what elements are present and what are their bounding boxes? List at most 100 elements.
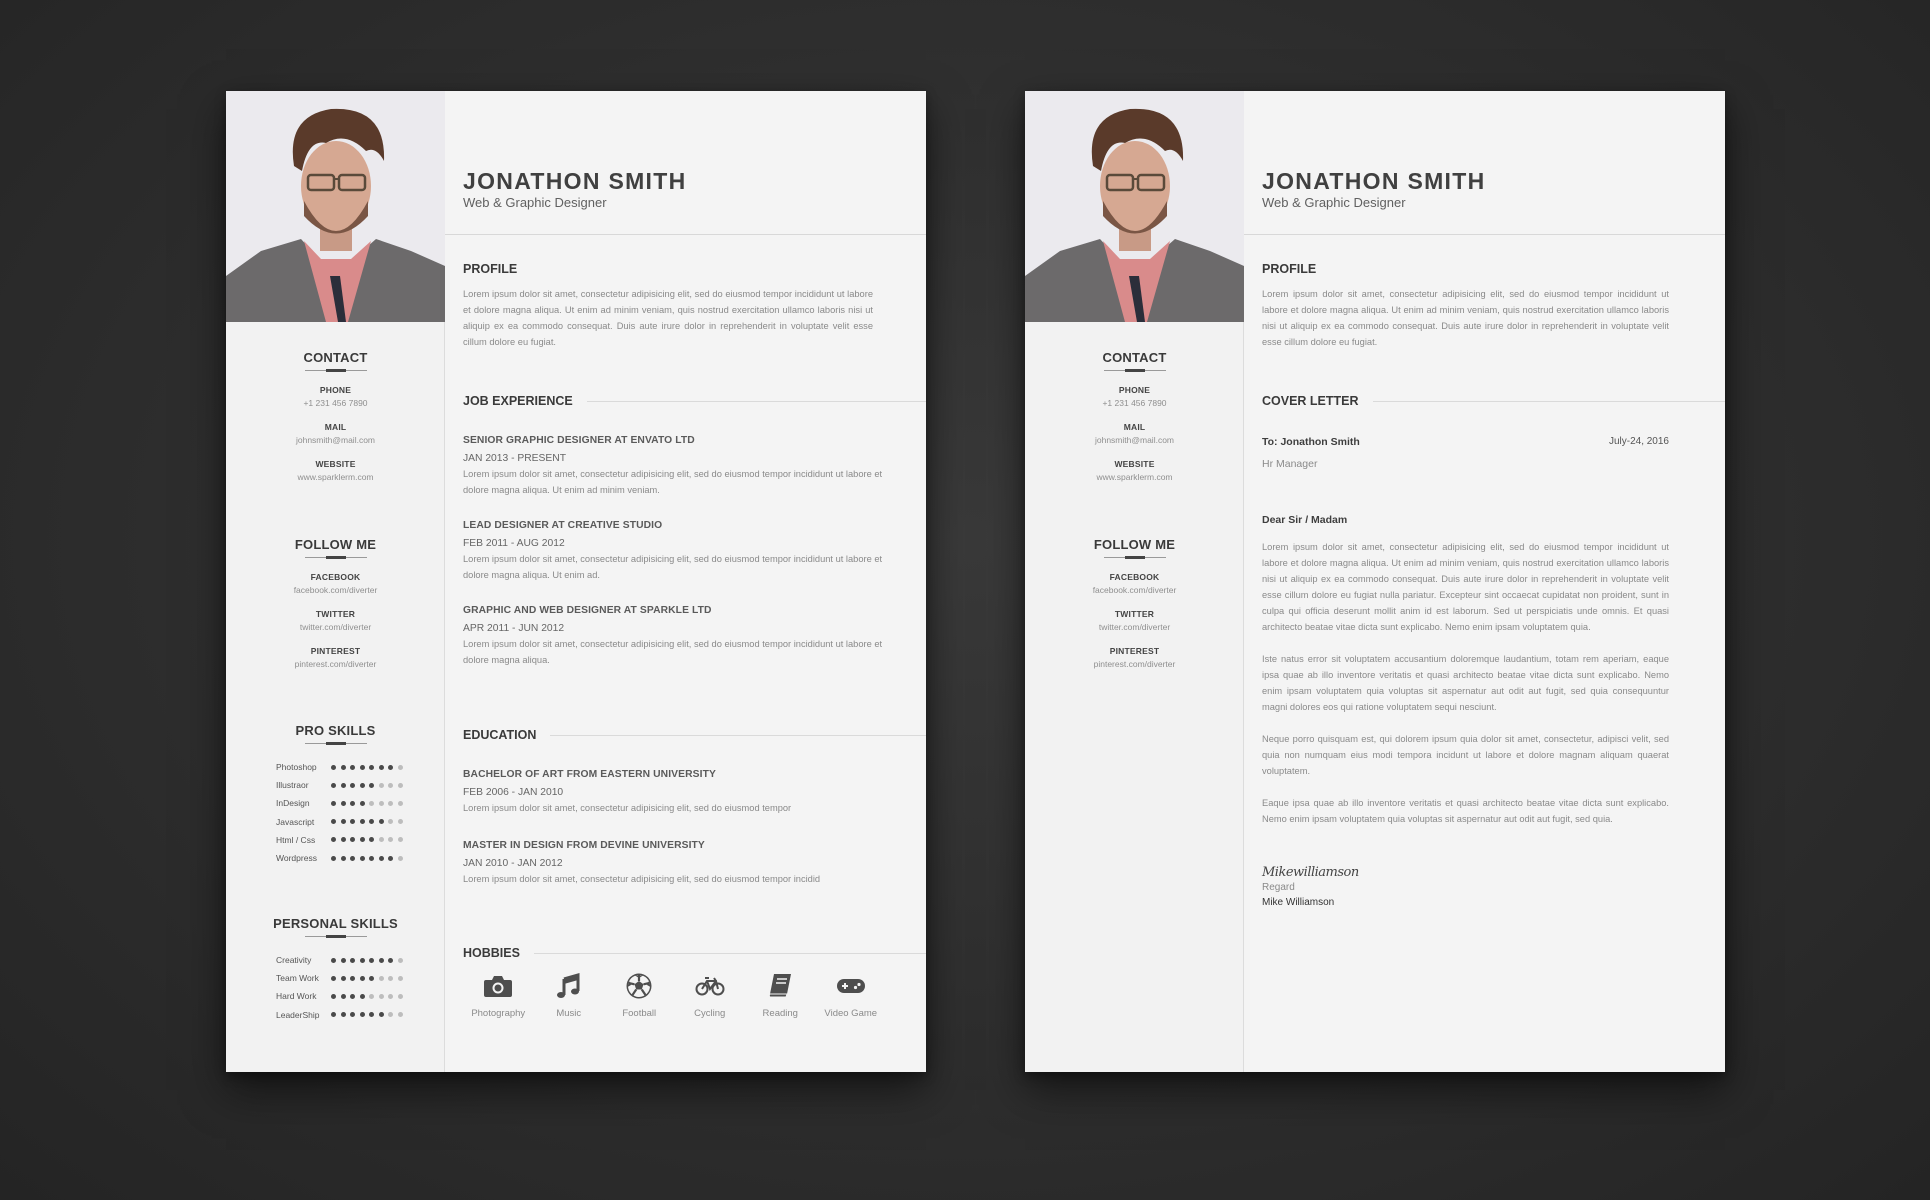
follow-section: FOLLOW ME FACEBOOK facebook.com/diverter… <box>226 537 445 669</box>
cover-main: JONATHON SMITH Web & Graphic Designer PR… <box>1244 91 1725 1072</box>
entry-title: LEAD DESIGNER AT CREATIVE STUDIO <box>463 520 663 531</box>
profile-section: PROFILE Lorem ipsum dolor sit amet, cons… <box>463 262 926 350</box>
rating-dot-filled <box>369 782 374 788</box>
rating-dot-filled <box>359 975 365 981</box>
skill-name: Photoshop <box>276 762 317 773</box>
follow-section: FOLLOW ME FACEBOOK facebook.com/diverter… <box>1025 537 1244 669</box>
pro-skills-list: Photoshop Illustraor InDesign Javascript Htm… <box>226 758 445 867</box>
rating-dot-empty <box>378 782 384 788</box>
rating-dot-filled <box>378 957 384 963</box>
entry-desc: Lorem ipsum dolor sit amet, consectetur … <box>463 874 821 884</box>
website-link[interactable]: www.sparklerm.com <box>226 472 445 482</box>
person-role: Web & Graphic Designer <box>463 195 607 210</box>
skill-name: Creativity <box>276 955 312 966</box>
rating-dot-empty <box>397 764 403 770</box>
gamepad-icon <box>836 979 865 993</box>
rating-dot-empty <box>378 800 384 806</box>
experience-entry: GRAPHIC AND WEB DESIGNER AT SPARKLE LTD … <box>463 605 926 668</box>
info-label: TWITTER <box>1114 609 1155 619</box>
follow-title: FOLLOW ME <box>1093 537 1176 552</box>
contact-section: CONTACT PHONE +1 231 456 7890 MAIL johns… <box>1025 350 1244 482</box>
follow-facebook: FACEBOOK facebook.com/diverter <box>1025 572 1244 595</box>
rating-dot-filled <box>340 837 346 843</box>
skill-row: Illustraor <box>276 776 445 794</box>
profile-text: Lorem ipsum dolor sit amet, consectetur … <box>1262 289 1669 347</box>
title-underline <box>1103 369 1166 372</box>
follow-pinterest: PINTEREST pinterest.com/diverter <box>1025 646 1244 669</box>
phone-value: +1 231 456 7890 <box>1102 398 1167 408</box>
education-title: EDUCATION <box>463 728 926 742</box>
rating-dot-empty <box>369 800 374 806</box>
rating-dot-filled <box>350 993 355 999</box>
skill-name: Wordpress <box>276 853 317 864</box>
rating-dot-empty <box>397 837 403 843</box>
info-label: PINTEREST <box>1109 646 1160 656</box>
skill-name: InDesign <box>276 798 310 809</box>
rating-dot-filled <box>350 800 355 806</box>
info-label: FACEBOOK <box>310 572 361 582</box>
title-underline <box>304 742 367 745</box>
skill-name: Illustraor <box>276 780 309 791</box>
entry-title: GRAPHIC AND WEB DESIGNER AT SPARKLE LTD <box>463 605 712 616</box>
rating-dot-filled <box>331 837 336 843</box>
rating-dot-filled <box>331 782 336 788</box>
section-divider <box>550 734 926 736</box>
email-link[interactable]: johnsmith@mail.com <box>1025 435 1244 445</box>
rating-dot-filled <box>388 957 393 963</box>
rating-dot-empty <box>378 837 384 843</box>
rating-dot-filled <box>331 800 336 806</box>
skill-name: Team Work <box>276 973 319 984</box>
rating-dot-empty <box>397 993 403 999</box>
hobbies-title: HOBBIES <box>463 946 926 960</box>
pinterest-link[interactable]: pinterest.com/diverter <box>226 659 445 669</box>
phone-value: +1 231 456 7890 <box>303 398 368 408</box>
twitter-link[interactable]: twitter.com/diverter <box>226 622 445 632</box>
rating-dot-filled <box>359 855 365 861</box>
rating-dot-filled <box>331 855 336 861</box>
rating-dot-filled <box>350 1012 355 1018</box>
pinterest-link[interactable]: pinterest.com/diverter <box>1025 659 1244 669</box>
rating-dot-filled <box>369 764 374 770</box>
rating-dot-filled <box>331 993 336 999</box>
rating-dot-filled <box>340 1012 346 1018</box>
hobby-label: Football <box>622 1008 657 1019</box>
bicycle-icon <box>695 977 725 996</box>
rating-dot-filled <box>359 800 365 806</box>
letter-recipient: To: Jonathon Smith <box>1262 436 1360 448</box>
rating-dot-empty <box>388 800 393 806</box>
rating-dot-filled <box>331 1012 336 1018</box>
rating-dot-filled <box>388 764 393 770</box>
skill-row: Javascript <box>276 813 445 831</box>
rating-dot-empty <box>397 957 403 963</box>
education-section: EDUCATION BACHELOR OF ART FROM EASTERN U… <box>463 728 926 887</box>
experience-entry: SENIOR GRAPHIC DESIGNER AT ENVATO LTD JA… <box>463 435 926 498</box>
rating-dot-empty <box>397 819 403 825</box>
facebook-link[interactable]: facebook.com/diverter <box>1025 585 1244 595</box>
hobby-football: Football <box>604 972 675 1019</box>
resume-page: CONTACT PHONE +1 231 456 7890 MAIL johns… <box>226 91 926 1072</box>
skill-row: Team Work <box>276 969 445 987</box>
contact-mail: MAIL johnsmith@mail.com <box>226 422 445 445</box>
hobby-label: Video Game <box>824 1008 878 1019</box>
twitter-link[interactable]: twitter.com/diverter <box>1025 622 1244 632</box>
email-link[interactable]: johnsmith@mail.com <box>226 435 445 445</box>
entry-title: SENIOR GRAPHIC DESIGNER AT ENVATO LTD <box>463 435 695 446</box>
website-link[interactable]: www.sparklerm.com <box>1025 472 1244 482</box>
facebook-link[interactable]: facebook.com/diverter <box>226 585 445 595</box>
rating-dot-filled <box>340 782 346 788</box>
section-heading: PROFILE <box>1262 262 1317 276</box>
skill-rating <box>331 764 403 770</box>
personal-skills-section: PERSONAL SKILLS Creativity Team Work Hard … <box>226 916 445 1024</box>
recipient-role: Hr Manager <box>1262 458 1318 470</box>
letter-body: Lorem ipsum dolor sit amet, consectetur … <box>1262 539 1725 827</box>
title-underline <box>304 935 367 938</box>
contact-phone: PHONE +1 231 456 7890 <box>226 385 445 408</box>
rating-dot-empty <box>397 800 403 806</box>
hobby-label: Music <box>556 1008 582 1019</box>
closing: Regard <box>1262 882 1295 893</box>
hobby-label: Cycling <box>694 1008 726 1019</box>
rating-dot-filled <box>359 782 365 788</box>
entry-date: JAN 2010 - JAN 2012 <box>463 858 563 869</box>
rating-dot-filled <box>359 764 365 770</box>
rating-dot-filled <box>378 1012 384 1018</box>
